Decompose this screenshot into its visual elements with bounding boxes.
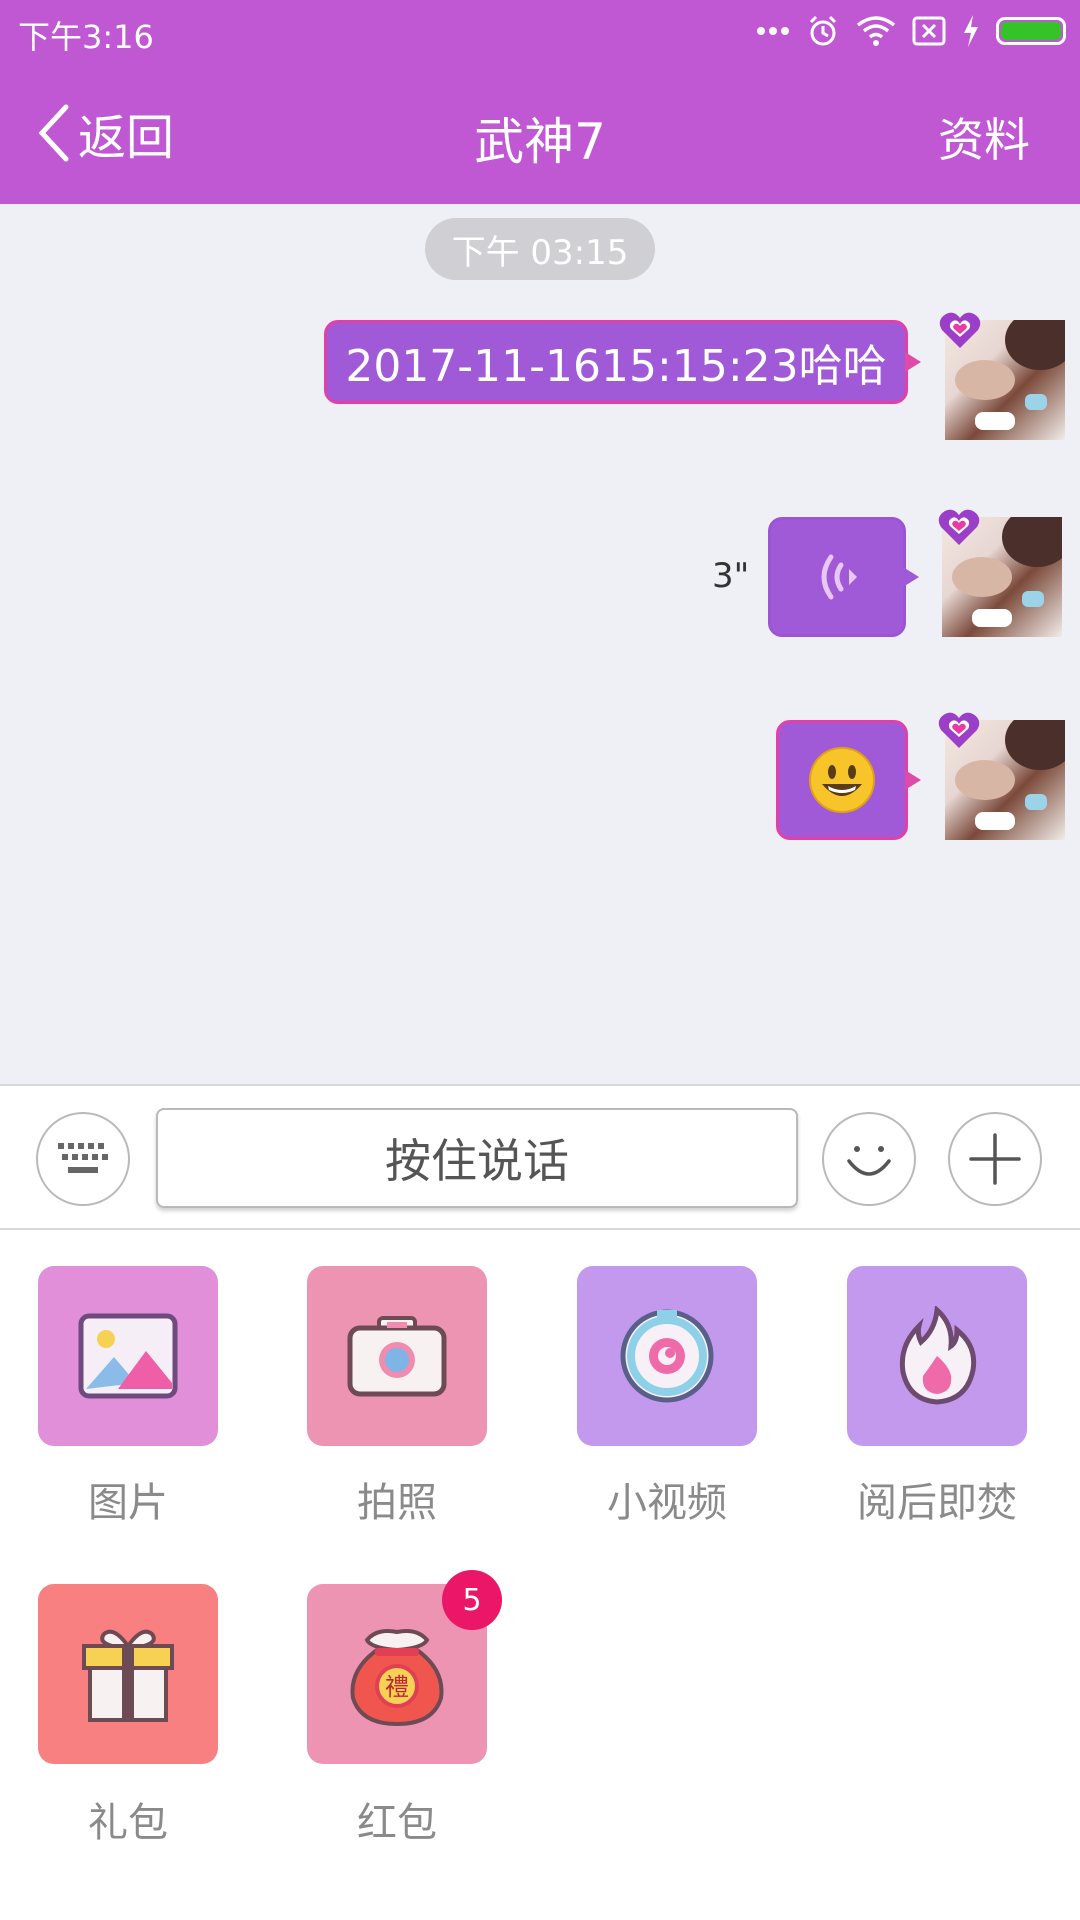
tool-gift-label: 礼包: [88, 1800, 168, 1846]
tools-panel: 图片 拍照 小视频 阅后即焚 礼包 禮 红包 5: [0, 1230, 1080, 1920]
camera-icon: [347, 1316, 447, 1397]
tool-gift-button[interactable]: [38, 1584, 218, 1764]
image-icon: [78, 1313, 178, 1399]
tool-burn-after-read-button[interactable]: [847, 1266, 1027, 1446]
chat-area[interactable]: 下午 03:15 2017-11-1615:15:23哈哈 3": [0, 204, 1080, 1084]
status-icons: [756, 10, 1066, 52]
heart-badge-icon: [939, 312, 981, 348]
top-bar: 返回 武神7 资料: [0, 62, 1080, 204]
wifi-icon: [856, 16, 896, 46]
alarm-icon: [809, 15, 837, 46]
tool-video-button[interactable]: [577, 1266, 757, 1446]
tool-video-label: 小视频: [607, 1480, 727, 1526]
voice-message-bubble[interactable]: [768, 517, 919, 637]
keyboard-icon: [58, 1143, 108, 1173]
voice-duration: 3": [712, 556, 750, 596]
hold-to-talk-button[interactable]: 按住说话: [156, 1108, 798, 1208]
video-icon: [620, 1309, 714, 1403]
no-sim-icon: [912, 16, 946, 46]
notification-badge: 5: [442, 1570, 502, 1630]
plus-icon: [969, 1133, 1021, 1185]
svg-text:禮: 禮: [385, 1673, 409, 1701]
input-bar: 按住说话: [0, 1084, 1080, 1230]
tool-burn-after-read-label: 阅后即焚: [857, 1480, 1017, 1526]
emoji-message-bubble[interactable]: [776, 720, 921, 840]
tool-red-envelope-label: 红包: [357, 1800, 437, 1846]
message-timestamp: 下午 03:15: [425, 218, 655, 280]
heart-badge-icon: [938, 509, 980, 545]
gift-icon: [82, 1629, 174, 1722]
red-envelope-icon: 禮: [350, 1629, 444, 1727]
tool-camera-button[interactable]: [307, 1266, 487, 1446]
smiley-emoji-icon: [809, 747, 875, 813]
tool-image-button[interactable]: [38, 1266, 218, 1446]
tool-image-label: 图片: [88, 1480, 168, 1526]
status-bar: 下午3:16: [0, 0, 1080, 62]
keyboard-toggle-button[interactable]: [36, 1112, 130, 1206]
text-message-bubble[interactable]: 2017-11-1615:15:23哈哈: [324, 320, 921, 404]
smile-icon: [847, 1146, 891, 1176]
chat-title: 武神7: [474, 113, 606, 171]
heart-badge-icon: [938, 712, 980, 748]
battery-level: [1001, 22, 1061, 40]
profile-button[interactable]: 资料: [938, 104, 1030, 170]
voice-wave-icon: [821, 554, 857, 600]
flame-icon: [899, 1306, 977, 1405]
status-time: 下午3:16: [18, 18, 154, 56]
more-options-button[interactable]: [948, 1112, 1042, 1206]
tool-camera-label: 拍照: [357, 1480, 437, 1526]
emoji-button[interactable]: [822, 1112, 916, 1206]
more-dots-icon: [757, 27, 789, 35]
charging-icon: [964, 15, 978, 47]
battery-icon: [996, 17, 1066, 45]
